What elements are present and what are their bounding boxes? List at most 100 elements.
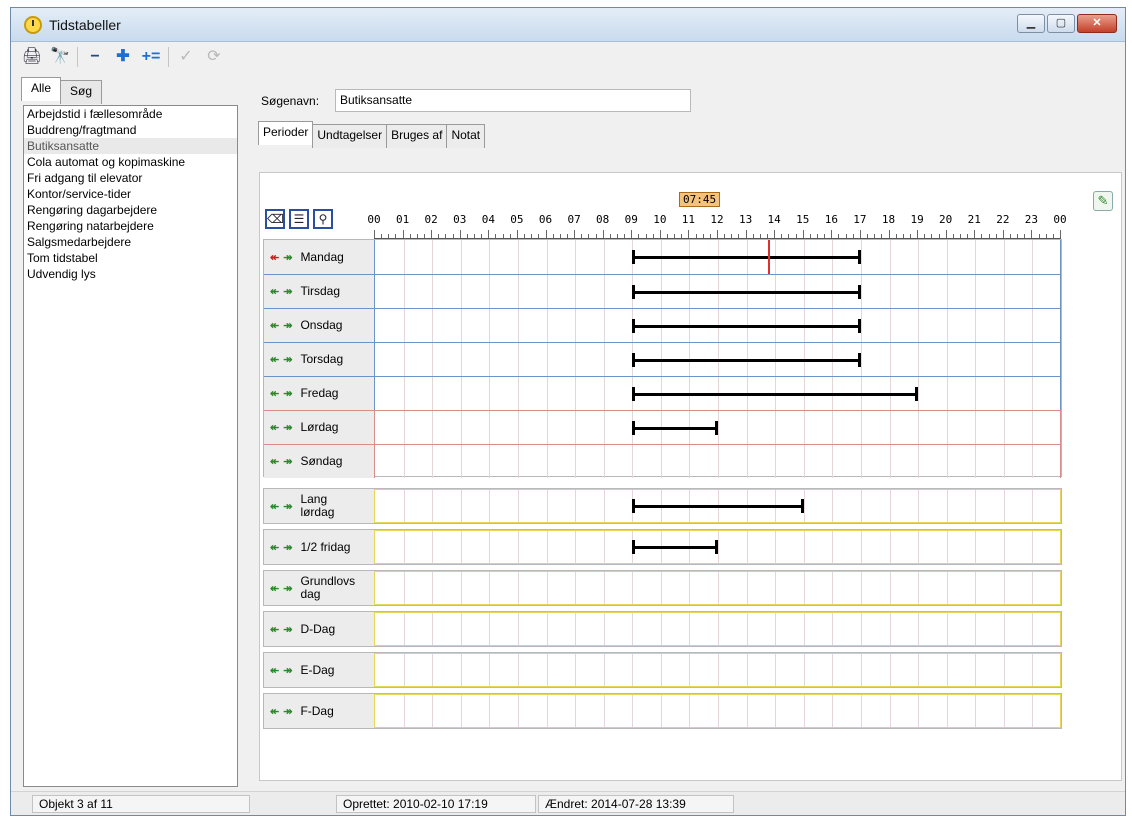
arrow-right-icon[interactable]: ↠ — [283, 387, 292, 400]
arrow-left-icon[interactable]: ↞ — [270, 582, 279, 595]
arrow-left-icon[interactable]: ↞ — [270, 705, 279, 718]
ruler-tick — [724, 234, 726, 238]
tab-perioder[interactable]: Perioder — [258, 121, 314, 145]
schedule-row[interactable]: ↞ ↠ Onsdag — [264, 308, 1061, 342]
arrow-left-icon[interactable]: ↞ — [270, 500, 279, 513]
edit-icon[interactable]: ✎ — [1093, 191, 1113, 211]
arrow-left-icon[interactable]: ↞ — [270, 455, 279, 468]
list-item[interactable]: Rengøring natarbejdere — [24, 218, 237, 234]
add-icon[interactable]: ✚ — [112, 46, 134, 68]
list-item[interactable]: Butiksansatte — [24, 138, 237, 154]
time-period-bar[interactable] — [632, 386, 919, 401]
list-item[interactable]: Tom tidstabel — [24, 250, 237, 266]
arrow-right-icon[interactable]: ↠ — [283, 705, 292, 718]
row-timeline[interactable] — [374, 275, 1061, 308]
list-item[interactable]: Salgsmedarbejdere — [24, 234, 237, 250]
list-item[interactable]: Buddreng/fragtmand — [24, 122, 237, 138]
arrow-right-icon[interactable]: ↠ — [283, 623, 292, 636]
time-period-bar[interactable] — [632, 318, 861, 333]
list-item[interactable]: Rengøring dagarbejdere — [24, 202, 237, 218]
arrow-left-icon[interactable]: ↞ — [270, 319, 279, 332]
ruler-tick — [709, 234, 711, 238]
grid-line — [1032, 411, 1034, 444]
schedule-row[interactable]: ↞ ↠ Lang lørdag — [264, 489, 1061, 523]
schedule-row[interactable]: ↞ ↠ Søndag — [264, 444, 1061, 478]
grid-line — [946, 275, 948, 308]
row-timeline[interactable] — [374, 530, 1061, 564]
arrow-right-icon[interactable]: ↠ — [283, 285, 292, 298]
schedule-row[interactable]: ↞ ↠ Fredag — [264, 376, 1061, 410]
arrow-left-icon[interactable]: ↞ — [270, 387, 279, 400]
list-item[interactable]: Kontor/service-tider — [24, 186, 237, 202]
arrow-left-icon[interactable]: ↞ — [270, 421, 279, 434]
row-timeline[interactable] — [374, 377, 1061, 410]
time-period-bar[interactable] — [632, 499, 804, 513]
arrow-right-icon[interactable]: ↠ — [283, 319, 292, 332]
tab-bruges-af[interactable]: Bruges af — [386, 124, 448, 148]
schedule-row[interactable]: ↞ ↠ D-Dag — [264, 612, 1061, 646]
schedule-row[interactable]: ↞ ↠ Lørdag — [264, 410, 1061, 444]
split-icon[interactable]: ☰ — [289, 209, 309, 229]
minimize-button[interactable]: ▁ — [1017, 14, 1045, 33]
list-item[interactable]: Arbejdstid i fællesområde — [24, 106, 237, 122]
tab-notat[interactable]: Notat — [446, 124, 486, 148]
remove-icon[interactable]: − — [84, 46, 106, 68]
schedule-row[interactable]: ↞ ↠ Mandag — [264, 240, 1061, 274]
search-name-input[interactable]: Butiksansatte — [335, 89, 691, 112]
refresh-icon[interactable]: ⟳ — [203, 46, 225, 68]
schedule-row[interactable]: ↞ ↠ 1/2 fridag — [264, 530, 1061, 564]
tab-alle[interactable]: Alle — [21, 77, 62, 101]
row-timeline[interactable] — [374, 489, 1061, 523]
find-icon[interactable]: 🔭 — [49, 46, 71, 68]
schedule-row[interactable]: ↞ ↠ Torsdag — [264, 342, 1061, 376]
add-multiple-icon[interactable]: += — [140, 46, 162, 68]
schedule-row[interactable]: ↞ ↠ F-Dag — [264, 694, 1061, 728]
row-timeline[interactable] — [374, 653, 1061, 687]
row-timeline[interactable] — [374, 411, 1061, 444]
schedule-row[interactable]: ↞ ↠ Grundlovs dag — [264, 571, 1061, 605]
row-timeline[interactable] — [374, 694, 1061, 728]
list-item[interactable]: Cola automat og kopimaskine — [24, 154, 237, 170]
row-timeline[interactable] — [374, 445, 1061, 478]
time-period-bar[interactable] — [632, 284, 861, 299]
confirm-icon[interactable]: ✓ — [175, 46, 197, 68]
arrow-left-icon[interactable]: ↞ — [270, 251, 279, 264]
zoom-icon[interactable]: ⚲ — [313, 209, 333, 229]
tab-sog[interactable]: Søg — [60, 80, 103, 104]
schedule-row[interactable]: ↞ ↠ E-Dag — [264, 653, 1061, 687]
arrow-left-icon[interactable]: ↞ — [270, 541, 279, 554]
print-icon[interactable]: 🖨 — [21, 46, 43, 68]
row-timeline[interactable] — [374, 612, 1061, 646]
arrow-right-icon[interactable]: ↠ — [283, 541, 292, 554]
arrow-left-icon[interactable]: ↞ — [270, 353, 279, 366]
arrow-right-icon[interactable]: ↠ — [283, 421, 292, 434]
row-timeline[interactable] — [374, 240, 1061, 274]
arrow-right-icon[interactable]: ↠ — [283, 251, 292, 264]
schedule-row[interactable]: ↞ ↠ Tirsdag — [264, 274, 1061, 308]
tab-undtagelser[interactable]: Undtagelser — [312, 124, 388, 148]
grid-line — [860, 240, 862, 274]
time-period-bar[interactable] — [632, 420, 718, 435]
arrow-right-icon[interactable]: ↠ — [283, 353, 292, 366]
maximize-button[interactable]: ▢ — [1047, 14, 1075, 33]
list-item[interactable]: Fri adgang til elevator — [24, 170, 237, 186]
grid-line — [746, 572, 748, 604]
time-period-bar[interactable] — [632, 352, 861, 367]
hour-label: 16 — [824, 213, 838, 226]
close-button[interactable]: ✕ — [1077, 14, 1117, 33]
list-item[interactable]: Udvendig lys — [24, 266, 237, 282]
arrow-right-icon[interactable]: ↠ — [283, 582, 292, 595]
row-timeline[interactable] — [374, 571, 1061, 605]
grid-line — [775, 411, 777, 444]
arrow-right-icon[interactable]: ↠ — [283, 664, 292, 677]
arrow-left-icon[interactable]: ↞ — [270, 623, 279, 636]
arrow-left-icon[interactable]: ↞ — [270, 664, 279, 677]
row-timeline[interactable] — [374, 309, 1061, 342]
time-period-bar[interactable] — [632, 540, 718, 554]
time-period-bar[interactable] — [632, 250, 861, 264]
arrow-right-icon[interactable]: ↠ — [283, 455, 292, 468]
row-timeline[interactable] — [374, 343, 1061, 376]
eraser-icon[interactable]: ⌫ — [265, 209, 285, 229]
arrow-right-icon[interactable]: ↠ — [283, 500, 292, 513]
arrow-left-icon[interactable]: ↞ — [270, 285, 279, 298]
